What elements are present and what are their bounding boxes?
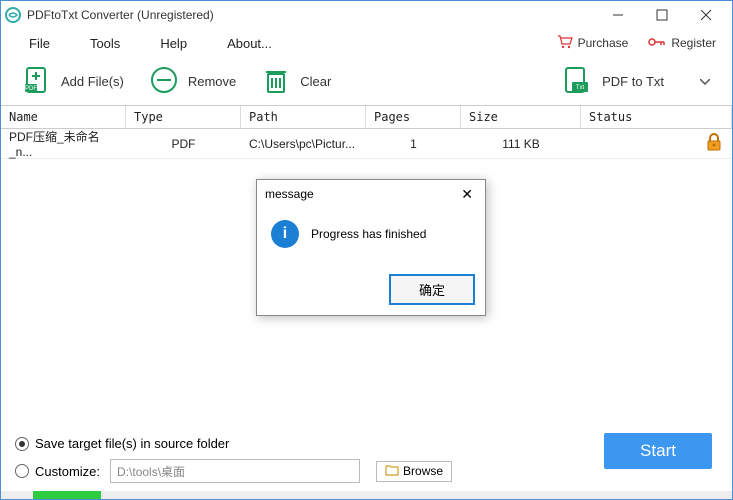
table-row[interactable]: PDF压缩_未命名_n... PDF C:\Users\pc\Pictur...…: [1, 129, 732, 159]
cell-status: [581, 132, 732, 155]
register-label: Register: [671, 36, 716, 50]
menu-tools[interactable]: Tools: [70, 32, 140, 55]
col-pages[interactable]: Pages: [366, 106, 461, 128]
remove-button[interactable]: Remove: [138, 60, 246, 103]
key-icon: [648, 36, 666, 51]
browse-button[interactable]: Browse: [376, 461, 452, 482]
cell-pages: 1: [366, 137, 461, 151]
window-title: PDFtoTxt Converter (Unregistered): [27, 8, 596, 22]
menu-file[interactable]: File: [9, 32, 70, 55]
add-file-label: Add File(s): [61, 74, 124, 89]
radio-customize[interactable]: [15, 464, 29, 478]
svg-text:Txt: Txt: [576, 85, 585, 91]
svg-text:PDF: PDF: [25, 86, 37, 92]
purchase-button[interactable]: Purchase: [549, 33, 637, 54]
register-button[interactable]: Register: [640, 33, 724, 54]
progress-bar: [1, 491, 732, 499]
mode-dropdown[interactable]: [688, 66, 722, 96]
dialog-message: Progress has finished: [311, 227, 426, 241]
app-icon: [5, 7, 21, 23]
footer: Save target file(s) in source folder Cus…: [1, 426, 732, 499]
add-file-button[interactable]: PDF Add File(s): [11, 60, 134, 103]
cell-type: PDF: [126, 137, 241, 151]
col-name[interactable]: Name: [1, 106, 126, 128]
cart-icon: [557, 35, 573, 52]
cell-path: C:\Users\pc\Pictur...: [241, 137, 366, 151]
col-type[interactable]: Type: [126, 106, 241, 128]
menubar: File Tools Help About... Purchase Regist…: [1, 29, 732, 57]
info-icon: i: [271, 220, 299, 248]
dialog-title: message: [265, 187, 314, 201]
dialog-ok-button[interactable]: 确定: [389, 274, 475, 305]
col-size[interactable]: Size: [461, 106, 581, 128]
lock-icon: [704, 132, 724, 155]
purchase-label: Purchase: [578, 36, 629, 50]
clear-button[interactable]: Clear: [250, 60, 341, 103]
add-file-icon: PDF: [21, 64, 53, 99]
cell-name: PDF压缩_未命名_n...: [1, 129, 126, 159]
remove-label: Remove: [188, 74, 236, 89]
progress-fill: [33, 491, 101, 499]
customize-path-input[interactable]: [110, 459, 360, 483]
mode-label: PDF to Txt: [602, 74, 664, 89]
browse-label: Browse: [403, 464, 443, 478]
radio-save-source[interactable]: [15, 437, 29, 451]
menu-about[interactable]: About...: [207, 32, 292, 55]
dialog-close-button[interactable]: ✕: [457, 184, 477, 205]
clear-label: Clear: [300, 74, 331, 89]
message-dialog: message ✕ i Progress has finished 确定: [256, 179, 486, 316]
maximize-button[interactable]: [640, 2, 684, 28]
titlebar: PDFtoTxt Converter (Unregistered): [1, 1, 732, 29]
customize-label: Customize:: [35, 464, 100, 479]
start-button[interactable]: Start: [604, 433, 712, 469]
toolbar: PDF Add File(s) Remove Clear Txt PDF to …: [1, 57, 732, 105]
trash-icon: [260, 64, 292, 99]
cell-size: 111 KB: [461, 137, 581, 151]
folder-icon: [385, 464, 399, 479]
close-button[interactable]: [684, 2, 728, 28]
save-source-label: Save target file(s) in source folder: [35, 436, 229, 451]
minimize-button[interactable]: [596, 2, 640, 28]
chevron-down-icon: [700, 72, 710, 89]
remove-icon: [148, 64, 180, 99]
mode-button[interactable]: Txt PDF to Txt: [548, 58, 678, 105]
col-status[interactable]: Status: [581, 106, 732, 128]
menu-help[interactable]: Help: [140, 32, 207, 55]
table-header: Name Type Path Pages Size Status: [1, 105, 732, 129]
pdf-txt-icon: Txt: [562, 64, 594, 99]
col-path[interactable]: Path: [241, 106, 366, 128]
